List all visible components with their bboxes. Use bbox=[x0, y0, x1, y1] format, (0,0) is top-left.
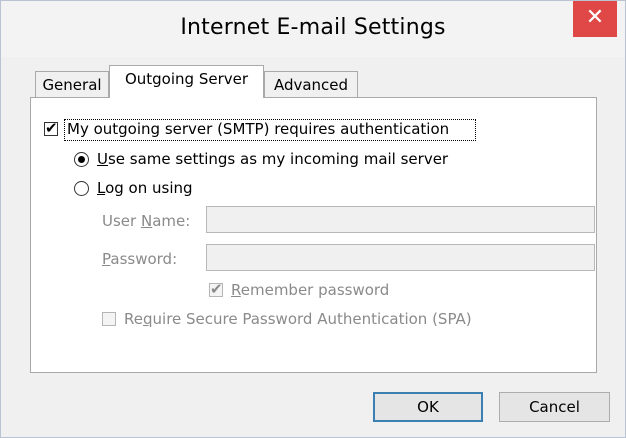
require-spa-checkbox[interactable] bbox=[102, 312, 116, 326]
cancel-button[interactable]: Cancel bbox=[499, 392, 610, 422]
tab-outgoing-server[interactable]: Outgoing Server bbox=[109, 65, 264, 98]
password-field[interactable] bbox=[206, 244, 595, 271]
title-bar: Internet E-mail Settings ✕ bbox=[1, 1, 625, 57]
tab-advanced[interactable]: Advanced bbox=[264, 71, 358, 99]
smtp-auth-checkbox[interactable]: ✔ bbox=[44, 119, 58, 137]
tab-label: Outgoing Server bbox=[124, 70, 249, 88]
ok-button[interactable]: OK bbox=[373, 392, 483, 422]
tab-label: Advanced bbox=[273, 76, 349, 94]
log-on-using-label[interactable]: Log on using bbox=[97, 179, 193, 197]
smtp-auth-label[interactable]: My outgoing server (SMTP) requires authe… bbox=[67, 120, 449, 138]
dialog-title: Internet E-mail Settings bbox=[180, 15, 446, 40]
remember-password-label[interactable]: Remember password bbox=[231, 281, 389, 299]
require-spa-label[interactable]: Require Secure Password Authentication (… bbox=[124, 310, 472, 328]
tab-general[interactable]: General bbox=[35, 71, 109, 99]
close-icon[interactable]: ✕ bbox=[573, 1, 617, 37]
user-name-field[interactable] bbox=[206, 206, 595, 233]
check-icon: ✔ bbox=[45, 119, 58, 137]
remember-password-checkbox[interactable]: ✔ bbox=[209, 280, 223, 298]
tab-label: General bbox=[42, 76, 102, 94]
log-on-using-radio[interactable] bbox=[74, 181, 89, 196]
password-label: Password: bbox=[102, 250, 178, 268]
same-settings-label[interactable]: Use same settings as my incoming mail se… bbox=[97, 150, 448, 168]
same-settings-radio[interactable] bbox=[74, 152, 89, 167]
check-icon: ✔ bbox=[210, 280, 223, 298]
user-name-label: User Name: bbox=[102, 212, 191, 230]
radio-selected-dot bbox=[78, 156, 85, 163]
dialog-window: Internet E-mail Settings ✕ General Outgo… bbox=[0, 0, 626, 438]
